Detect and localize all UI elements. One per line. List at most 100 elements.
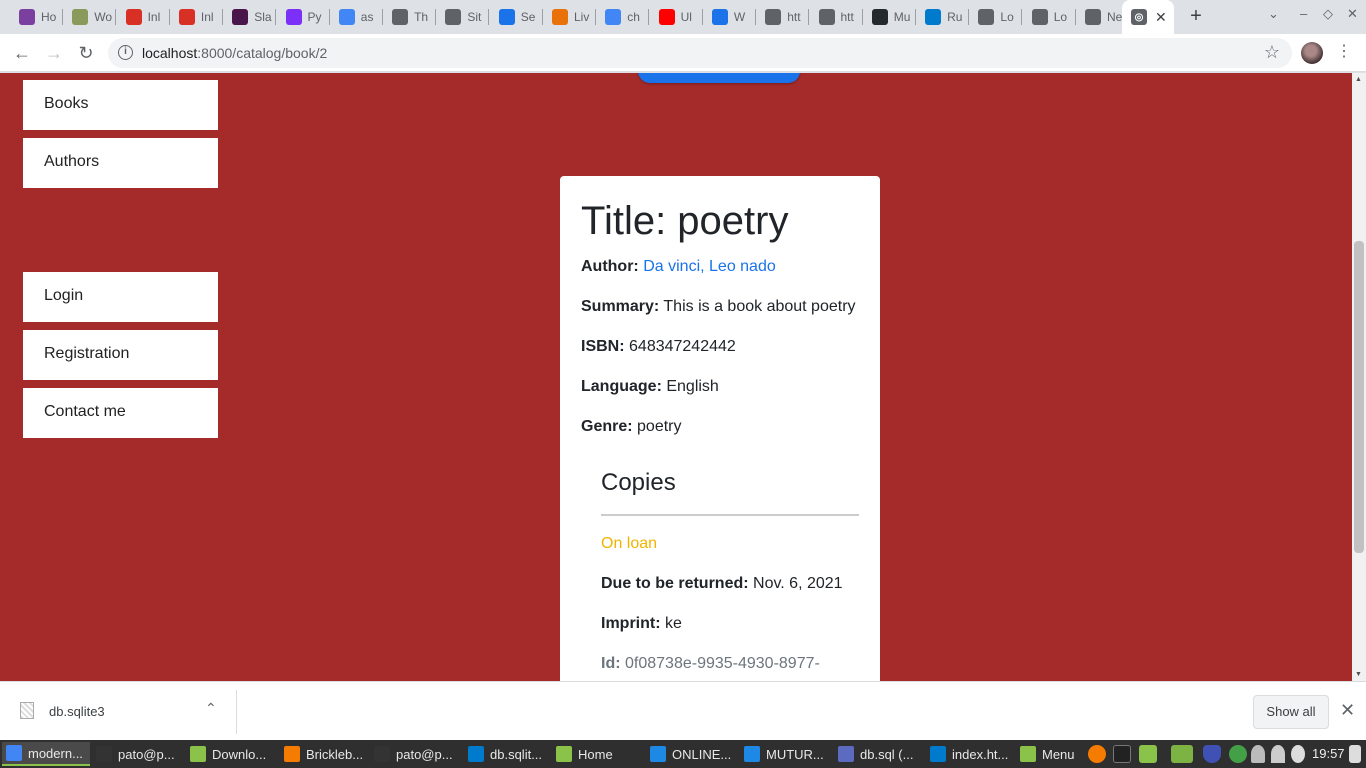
copy-status: On loan (601, 535, 658, 552)
taskbar-window-item[interactable]: db.sql (... (834, 742, 924, 766)
brightness-icon[interactable] (1291, 745, 1305, 763)
tab-title: Se (520, 10, 536, 24)
bookmark-star-icon[interactable]: ☆ (1264, 42, 1280, 63)
window-app-icon (650, 746, 666, 762)
plant-icon (72, 9, 89, 25)
new-tab-button[interactable]: + (1184, 5, 1208, 28)
browser-tab[interactable]: htt (810, 4, 862, 30)
window-app-icon (6, 745, 22, 761)
sidebar-link-registration[interactable]: Registration (23, 330, 218, 380)
taskbar-window-item[interactable]: modern... (2, 742, 90, 766)
taskbar-window-item[interactable]: pato@p... (370, 742, 462, 766)
browser-tab[interactable]: Py (277, 4, 329, 30)
page-scrollbar[interactable]: ▲ ▼ (1352, 73, 1366, 681)
globe-icon (765, 9, 782, 25)
close-tab-icon[interactable]: ✕ (1155, 9, 1167, 26)
browser-tab[interactable]: Inl (117, 4, 169, 30)
taskbar-window-item[interactable]: Home (552, 742, 644, 766)
tab-search-icon[interactable]: ⌄ (1268, 6, 1279, 22)
browser-tab[interactable]: Sit (436, 4, 488, 30)
header-button[interactable] (638, 73, 800, 83)
reload-icon[interactable]: ↻ (74, 41, 98, 65)
copies-section: Copies On loan Due to be returned: Nov. … (601, 469, 859, 674)
download-bar: db.sqlite3 ⌃ Show all ✕ (0, 681, 1366, 740)
tab-strip: Ho Wo Inl Inl Sla Py as Th Sit Se Liv ch Ul Whtt htt Mu… (0, 0, 1366, 34)
browser-tab[interactable]: W (703, 4, 755, 30)
author-link[interactable]: Da vinci, Leo nado (643, 258, 776, 275)
menu-label: Menu (1042, 746, 1075, 762)
back-icon[interactable]: ← (10, 41, 34, 65)
scroll-down-icon[interactable]: ▼ (1355, 671, 1362, 678)
browser-tab[interactable]: Wo (63, 4, 115, 30)
browser-tab[interactable]: Ho (10, 4, 62, 30)
google-icon (605, 9, 622, 25)
wifi-icon[interactable] (1271, 745, 1285, 763)
chevron-up-icon[interactable]: ⌃ (205, 700, 217, 717)
browser-tab[interactable]: ch (596, 4, 648, 30)
tab-title: ch (627, 10, 640, 24)
browser-tab[interactable]: Mu (863, 4, 915, 30)
sidebar-link-contact[interactable]: Contact me (23, 388, 218, 438)
tab-title: htt (787, 10, 801, 24)
bluetooth-icon[interactable] (1229, 745, 1247, 763)
maximize-icon[interactable]: ◇ (1323, 6, 1333, 22)
browser-tab[interactable]: htt (756, 4, 808, 30)
browser-tab[interactable]: Se (490, 4, 542, 30)
browser-menu-icon[interactable]: ⋮ (1336, 41, 1352, 61)
address-bar[interactable]: i localhost:8000/catalog/book/2 ☆ (108, 38, 1292, 68)
terminal-icon[interactable] (1113, 745, 1131, 763)
tab-title: Liv (574, 10, 590, 24)
browser-tab[interactable]: Sla (223, 4, 275, 30)
clock[interactable]: 19:57 (1312, 746, 1345, 761)
sidebar-link-books[interactable]: Books (23, 80, 218, 130)
taskbar-item-label: index.ht... (952, 746, 1009, 762)
scroll-up-icon[interactable]: ▲ (1355, 76, 1362, 83)
download-file-name[interactable]: db.sqlite3 (49, 704, 105, 719)
sidebar-link-login[interactable]: Login (23, 272, 218, 322)
scrollbar-thumb[interactable] (1354, 241, 1364, 553)
browser-tab[interactable]: Th (383, 4, 435, 30)
copies-heading: Copies (601, 469, 859, 516)
taskbar-window-item[interactable]: ONLINE... (646, 742, 738, 766)
taskbar-window-item[interactable]: pato@p... (92, 742, 184, 766)
browser-tab[interactable]: Lo (969, 4, 1021, 30)
profile-avatar[interactable] (1301, 42, 1323, 64)
shield-icon[interactable] (1203, 745, 1221, 763)
close-window-icon[interactable]: ✕ (1347, 6, 1358, 22)
browser-tab[interactable]: Inl (170, 4, 222, 30)
taskbar-item-label: db.sql (... (860, 746, 914, 762)
taskbar-window-item[interactable]: db.sqlit... (464, 742, 550, 766)
tab-title: Ul (680, 10, 692, 24)
user-icon[interactable] (1251, 745, 1265, 763)
browser-tab[interactable]: Ul (650, 4, 702, 30)
taskbar-window-item[interactable]: index.ht... (926, 742, 1018, 766)
taskbar-window-item[interactable]: Downlo... (186, 742, 278, 766)
language-value: English (666, 378, 719, 395)
browser-tab[interactable]: Ne (1076, 4, 1128, 30)
browser-tab[interactable]: Lo (1023, 4, 1075, 30)
minimize-icon[interactable]: – (1300, 6, 1307, 21)
show-all-button[interactable]: Show all (1253, 695, 1329, 729)
files-icon[interactable] (1171, 745, 1193, 763)
firefox-icon[interactable] (1088, 745, 1106, 763)
tab-title: W (733, 10, 746, 24)
id-label: Id: (601, 655, 621, 672)
site-info-icon[interactable]: i (118, 45, 133, 60)
sidebar-link-authors[interactable]: Authors (23, 138, 218, 188)
taskbar-window-item[interactable]: Brickleb... (280, 742, 368, 766)
globe-icon: ◎ (1131, 9, 1147, 25)
forward-icon[interactable]: → (42, 41, 66, 65)
browser-tab[interactable]: Liv (543, 4, 595, 30)
tab-active[interactable]: ◎ ✕ (1122, 0, 1174, 34)
taskbar-window-item[interactable]: MUTUR... (740, 742, 832, 766)
browser-tab[interactable]: Ru (916, 4, 968, 30)
volume-icon[interactable] (1349, 745, 1361, 763)
taskbar-menu-button[interactable]: Menu (1016, 742, 1080, 766)
url-text[interactable]: localhost:8000/catalog/book/2 (142, 45, 327, 61)
window-app-icon (838, 746, 854, 762)
browser-tab[interactable]: as (330, 4, 382, 30)
tab-title: htt (840, 10, 854, 24)
close-download-bar-icon[interactable]: ✕ (1340, 700, 1355, 721)
folder-icon[interactable] (1139, 745, 1157, 763)
globe-icon (818, 9, 835, 25)
